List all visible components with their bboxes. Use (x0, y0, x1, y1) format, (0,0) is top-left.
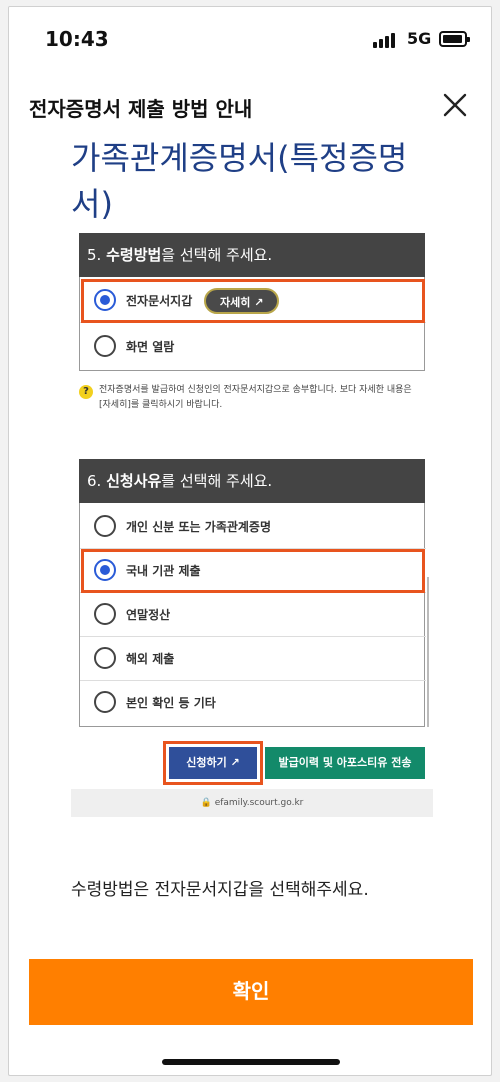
option-other[interactable]: 본인 확인 등 기타 (80, 681, 426, 725)
question-icon: ? (79, 385, 93, 399)
modal-header: 전자증명서 제출 방법 안내 (9, 73, 491, 133)
section5-options: 전자문서지갑 자세히 ↗ 화면 열람 (79, 277, 426, 371)
option-year-end-tax[interactable]: 연말정산 (80, 593, 426, 637)
url-bar: 🔒 efamily.scourt.go.kr (71, 789, 433, 817)
section6-options: 개인 신분 또는 가족관계증명 국내 기관 제출 연말정산 해외 제출 본인 확… (79, 503, 426, 727)
note-text: 전자증명서를 발급하여 신청인의 전자문서지갑으로 송부합니다. 보다 자세한 … (99, 385, 412, 410)
history-apostille-button[interactable]: 발급이력 및 아포스티유 전송 (265, 747, 425, 779)
home-indicator[interactable] (162, 1059, 340, 1065)
option-label: 연말정산 (126, 608, 171, 622)
radio-unselected[interactable] (94, 515, 116, 537)
option-overseas[interactable]: 해외 제출 (80, 637, 426, 681)
option-label: 본인 확인 등 기타 (126, 696, 216, 710)
instruction-text: 수령방법은 전자문서지갑을 선택해주세요. (71, 880, 369, 900)
status-bar: 10:43 5G (9, 7, 491, 73)
scrollbar[interactable] (427, 577, 429, 727)
radio-selected[interactable] (94, 559, 116, 581)
confirm-button[interactable]: 확인 (29, 959, 473, 1025)
option-label: 해외 제출 (126, 652, 175, 666)
phone-screen: 10:43 5G 전자증명서 제출 방법 안내 가족관계증명서(특정증명서) 5… (8, 6, 492, 1076)
section6-header: 6. 신청사유를 선택해 주세요. (79, 459, 425, 503)
option-personal-id[interactable]: 개인 신분 또는 가족관계증명 (80, 505, 426, 549)
option-domestic-agency[interactable]: 국내 기관 제출 (80, 549, 426, 593)
section6-title-bold: 신청사유 (106, 472, 162, 490)
option-label: 전자문서지갑 (126, 294, 193, 308)
close-icon[interactable] (441, 91, 469, 119)
detail-button[interactable]: 자세히 ↗ (204, 288, 280, 314)
guide-screenshot: 5. 수령방법을 선택해 주세요. 전자문서지갑 자세히 ↗ 화면 열람 ? 전… (71, 233, 433, 817)
guide-note: ? 전자증명서를 발급하여 신청인의 전자문서지갑으로 송부합니다. 보다 자세… (79, 383, 425, 413)
header-title: 전자증명서 제출 방법 안내 (29, 97, 253, 121)
section5-title-rest: 을 선택해 주세요. (161, 246, 273, 264)
status-time: 10:43 (45, 27, 109, 51)
radio-unselected[interactable] (94, 603, 116, 625)
section6-title-rest: 를 선택해 주세요. (161, 472, 273, 490)
signal-icon (373, 32, 401, 48)
apply-button[interactable]: 신청하기 ↗ (169, 747, 257, 779)
section6-number: 6. (87, 472, 107, 490)
radio-unselected[interactable] (94, 691, 116, 713)
radio-selected[interactable] (94, 289, 116, 311)
section5-header: 5. 수령방법을 선택해 주세요. (79, 233, 425, 277)
section5-number: 5. (87, 246, 107, 264)
radio-unselected[interactable] (94, 647, 116, 669)
network-label: 5G (407, 29, 432, 48)
option-label: 개인 신분 또는 가족관계증명 (126, 520, 272, 534)
option-label: 국내 기관 제출 (126, 564, 201, 578)
option-electronic-wallet[interactable]: 전자문서지갑 자세히 ↗ (80, 279, 426, 323)
radio-unselected[interactable] (94, 335, 116, 357)
document-title: 가족관계증명서(특정증명서) (71, 139, 408, 223)
option-label: 화면 열람 (126, 340, 175, 354)
option-screen-view[interactable]: 화면 열람 (80, 325, 426, 369)
section5-title-bold: 수령방법 (106, 246, 162, 264)
battery-icon (439, 31, 470, 47)
